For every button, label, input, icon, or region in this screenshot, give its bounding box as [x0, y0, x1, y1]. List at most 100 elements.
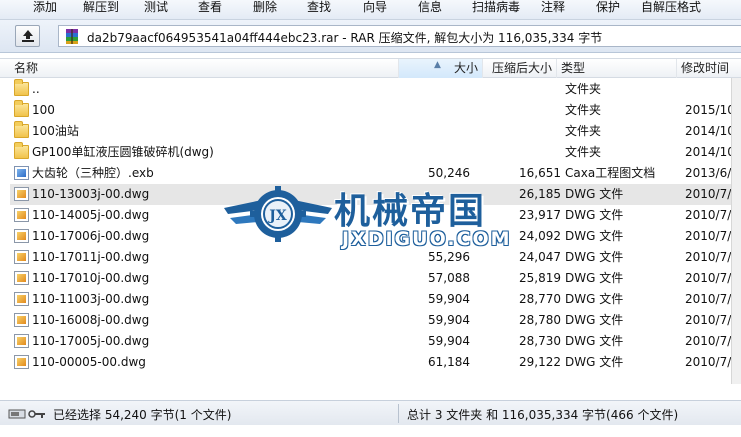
sort-ascending-icon: ▲ — [434, 60, 441, 70]
file-name: 110-13003j-00.dwg — [32, 187, 150, 201]
dwg-icon — [14, 313, 29, 327]
file-name: .. — [32, 82, 40, 96]
column-name-label: 名称 — [14, 61, 39, 75]
extract-to-button[interactable]: 解压到 — [76, 0, 126, 18]
status-bar: 已经选择 54,240 字节(1 个文件) 总计 3 文件夹 和 116,035… — [0, 400, 741, 425]
file-row[interactable]: 110-00005-00.dwg 61,184 29,122 DWG 文件 2010/7… — [10, 352, 741, 373]
up-arrow-icon — [21, 30, 34, 42]
column-modified-label: 修改时间 — [681, 61, 730, 75]
file-size: 59,904 — [428, 292, 470, 306]
file-name: 110-17011j-00.dwg — [32, 250, 150, 264]
file-name: 100油站 — [32, 124, 79, 138]
file-row[interactable]: GP100单缸液压圆锥破碎机(dwg) 文件夹 2014/10, — [10, 142, 741, 163]
column-packed[interactable]: 压缩后大小 — [483, 59, 557, 78]
info-button[interactable]: 信息 — [410, 0, 450, 18]
folder-icon — [14, 121, 29, 138]
file-type: DWG 文件 — [565, 334, 624, 348]
dwg-icon — [14, 208, 29, 222]
file-row[interactable]: .. 文件夹 — [10, 79, 741, 100]
file-type: DWG 文件 — [565, 313, 624, 327]
column-size[interactable]: ▲ 大小 — [399, 59, 483, 78]
vertical-scrollbar[interactable] — [731, 78, 741, 384]
file-packed-size: 24,047 — [519, 250, 561, 264]
status-divider — [398, 404, 399, 423]
file-size: 61,184 — [428, 355, 470, 369]
file-type: 文件夹 — [565, 82, 602, 96]
folder-icon — [14, 100, 29, 117]
column-name[interactable]: 名称 — [10, 59, 399, 78]
winged-gear-logo-icon: JX — [224, 186, 332, 242]
dwg-icon — [14, 250, 29, 264]
dwg-icon — [14, 334, 29, 348]
file-row[interactable]: 110-11003j-00.dwg 59,904 28,770 DWG 文件 2010/… — [10, 289, 741, 310]
column-type[interactable]: 类型 — [557, 59, 677, 78]
watermark-subtitle: JXDIGUO.COM — [342, 228, 512, 250]
column-modified[interactable]: 修改时间 — [677, 59, 741, 78]
file-size: 59,904 — [428, 313, 470, 327]
drive-key-icon — [8, 409, 45, 419]
exb-icon — [14, 166, 29, 180]
dwg-icon — [14, 292, 29, 306]
file-row[interactable]: 110-17005j-00.dwg 59,904 28,730 DWG 文件 2010/… — [10, 331, 741, 352]
file-type: 文件夹 — [565, 124, 602, 138]
file-name: 110-14005j-00.dwg — [32, 208, 150, 222]
file-row[interactable]: 110-16008j-00.dwg 59,904 28,780 DWG 文件 2010/… — [10, 310, 741, 331]
sfx-button[interactable]: 自解压格式 — [636, 0, 706, 18]
folder-icon — [14, 79, 29, 96]
dwg-icon — [14, 229, 29, 243]
dwg-icon — [14, 187, 29, 201]
find-button[interactable]: 查找 — [299, 0, 339, 18]
file-size: 59,904 — [428, 334, 470, 348]
scan-virus-button[interactable]: 扫描病毒 — [466, 0, 526, 18]
watermark: JX 机械帝国 JXDIGUO.COM — [222, 178, 522, 258]
comment-button[interactable]: 注释 — [533, 0, 573, 18]
file-name: 110-17006j-00.dwg — [32, 229, 150, 243]
file-type: DWG 文件 — [565, 208, 624, 222]
file-packed-size: 29,122 — [519, 355, 561, 369]
folder-icon — [14, 142, 29, 159]
file-packed-size: 28,780 — [519, 313, 561, 327]
file-type: DWG 文件 — [565, 229, 624, 243]
bottom-strip — [0, 425, 741, 437]
file-name: 110-00005-00.dwg — [32, 355, 146, 369]
selection-status: 已经选择 54,240 字节(1 个文件) — [53, 408, 232, 422]
watermark-logo-letters: JX — [267, 208, 287, 224]
file-packed-size: 26,185 — [519, 187, 561, 201]
archive-path-text: da2b79aacf064953541a04ff444ebc23.rar - R… — [87, 31, 603, 45]
file-name: GP100单缸液压圆锥破碎机(dwg) — [32, 145, 214, 159]
wizard-button[interactable]: 向导 — [355, 0, 395, 18]
file-type: DWG 文件 — [565, 271, 624, 285]
up-folder-button[interactable] — [15, 25, 40, 47]
add-button[interactable]: 添加 — [22, 0, 68, 18]
archive-path-field[interactable]: da2b79aacf064953541a04ff444ebc23.rar - R… — [58, 25, 741, 47]
file-row[interactable]: 100油站 文件夹 2014/10, — [10, 121, 741, 142]
delete-button[interactable]: 删除 — [245, 0, 285, 18]
view-button[interactable]: 查看 — [190, 0, 230, 18]
file-type: DWG 文件 — [565, 355, 624, 369]
protect-button[interactable]: 保护 — [588, 0, 628, 18]
file-packed-size: 25,819 — [519, 271, 561, 285]
column-packed-label: 压缩后大小 — [491, 61, 552, 75]
total-status: 总计 3 文件夹 和 116,035,334 字节(466 个文件) — [407, 408, 679, 422]
file-packed-size: 16,651 — [519, 166, 561, 180]
file-type: 文件夹 — [565, 145, 602, 159]
rar-archive-icon — [66, 29, 78, 44]
file-name: 大齿轮（三种腔）.exb — [32, 166, 154, 180]
test-button[interactable]: 测试 — [136, 0, 176, 18]
dwg-icon — [14, 355, 29, 369]
file-name: 110-16008j-00.dwg — [32, 313, 150, 327]
file-name: 100 — [32, 103, 55, 117]
toolbar: 添加 解压到 测试 查看 删除 查找 向导 信息 扫描病毒 注释 保护 自解压格… — [0, 0, 741, 20]
file-type: 文件夹 — [565, 103, 602, 117]
file-type: DWG 文件 — [565, 292, 624, 306]
column-size-label: 大小 — [453, 61, 478, 75]
file-name: 110-11003j-00.dwg — [32, 292, 150, 306]
watermark-title: 机械帝国 — [334, 191, 487, 232]
file-row[interactable]: 100 文件夹 2015/10, — [10, 100, 741, 121]
column-type-label: 类型 — [561, 61, 586, 75]
file-row[interactable]: 110-17010j-00.dwg 57,088 25,819 DWG 文件 2010/… — [10, 268, 741, 289]
file-type: DWG 文件 — [565, 250, 624, 264]
file-packed-size: 28,770 — [519, 292, 561, 306]
column-header: 名称 ▲ 大小 压缩后大小 类型 修改时间 — [0, 58, 741, 78]
file-packed-size: 23,917 — [519, 208, 561, 222]
